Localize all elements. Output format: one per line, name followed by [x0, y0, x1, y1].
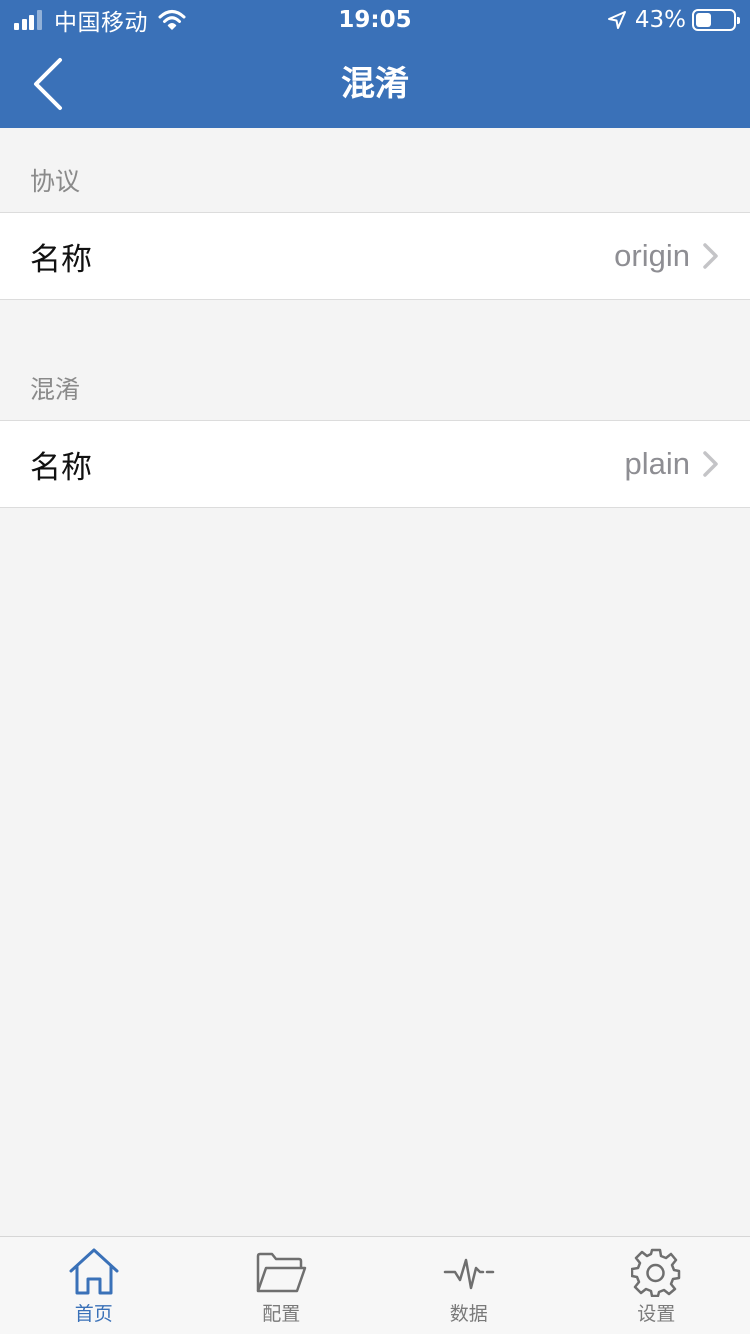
tab-label: 设置	[637, 1303, 676, 1325]
chevron-left-icon	[34, 58, 62, 110]
section-header-protocol: 协议	[30, 167, 81, 196]
settings-list: 协议 名称 origin 混淆 名称 plain	[0, 128, 750, 508]
location-arrow-icon	[607, 11, 626, 29]
page-title: 混淆	[341, 64, 409, 104]
gear-icon	[629, 1247, 683, 1297]
protocol-name-row[interactable]: 名称 origin	[0, 212, 750, 300]
pulse-icon	[442, 1247, 496, 1297]
tab-config[interactable]: 配置	[188, 1237, 376, 1334]
obfuscation-name-row[interactable]: 名称 plain	[0, 420, 750, 508]
row-label: 名称	[30, 449, 92, 486]
status-bar: 中国移动 19:05 43%	[0, 0, 750, 40]
row-value: origin	[614, 238, 690, 273]
chevron-right-icon	[702, 450, 720, 478]
tab-bar: 首页 配置 数据 设置	[0, 1236, 750, 1334]
battery-icon	[692, 9, 740, 31]
folder-icon	[254, 1247, 308, 1297]
status-right: 43%	[607, 6, 740, 34]
tab-label: 首页	[74, 1303, 113, 1325]
row-value: plain	[624, 446, 691, 481]
tab-label: 配置	[262, 1303, 301, 1325]
tab-settings[interactable]: 设置	[563, 1237, 750, 1334]
header: 中国移动 19:05 43% 混淆	[0, 0, 750, 128]
back-button[interactable]	[18, 52, 78, 116]
chevron-right-icon	[702, 242, 720, 270]
battery-level	[696, 13, 712, 27]
battery-percent: 43%	[634, 7, 686, 33]
screen: 中国移动 19:05 43% 混淆 协议 名称 origin 混淆 名称 pla…	[0, 0, 750, 1334]
tab-label: 数据	[449, 1303, 488, 1325]
home-icon	[67, 1247, 121, 1297]
section-header-obfuscation: 混淆	[30, 375, 81, 404]
tab-data[interactable]: 数据	[375, 1237, 563, 1334]
nav-bar: 混淆	[0, 40, 750, 128]
row-label: 名称	[30, 241, 92, 278]
tab-home[interactable]: 首页	[0, 1237, 188, 1334]
